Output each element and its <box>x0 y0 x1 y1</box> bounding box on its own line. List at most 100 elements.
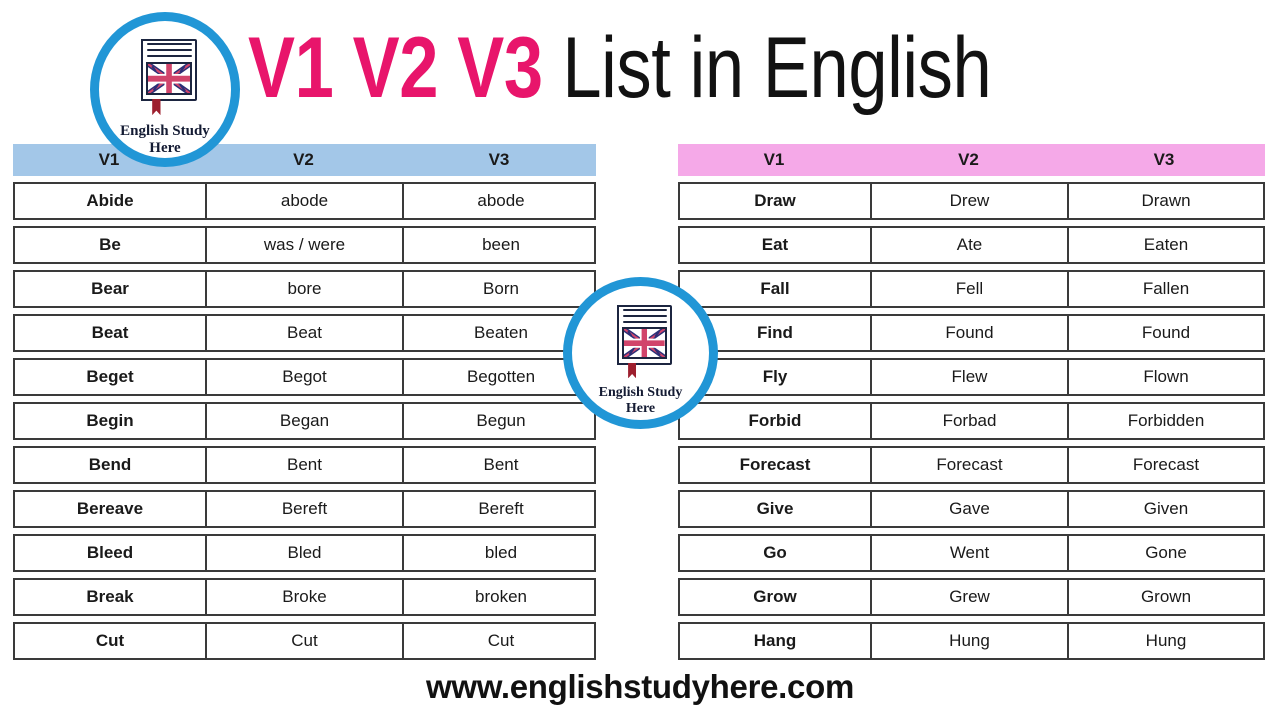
uk-flag-icon <box>145 61 192 96</box>
cell-v3: Cut <box>487 631 515 650</box>
table-row: Fly Flew Flown <box>678 358 1265 396</box>
cell-v1: Bend <box>15 448 207 482</box>
table-row: Break Broke broken <box>13 578 596 616</box>
cell-v3: Flown <box>1143 367 1189 386</box>
book-lines-icon <box>147 43 192 59</box>
table-header-left: V1 V2 V3 <box>13 144 596 176</box>
cell-v3: Born <box>483 279 519 298</box>
cell-v3: Bent <box>483 455 519 474</box>
book-icon <box>133 39 197 116</box>
cell-v1: Cut <box>15 624 207 658</box>
cell-v1: Bereave <box>15 492 207 526</box>
cell-v3: bled <box>484 543 518 562</box>
column-header-v3: V3 <box>488 150 510 169</box>
cell-v2: Forecast <box>872 448 1069 482</box>
table-row: Fall Fell Fallen <box>678 270 1265 308</box>
cell-v1: Break <box>15 580 207 614</box>
table-row: Draw Drew Drawn <box>678 182 1265 220</box>
cell-v2: Cut <box>207 624 404 658</box>
cell-v1: Give <box>680 492 872 526</box>
cell-v1: Eat <box>680 228 872 262</box>
logo-badge-middle: English Study Here <box>563 277 718 429</box>
cell-v1: Draw <box>680 184 872 218</box>
table-row: Bleed Bled bled <box>13 534 596 572</box>
cell-v2: Forbad <box>872 404 1069 438</box>
book-icon <box>609 305 672 379</box>
cell-v2: Broke <box>207 580 404 614</box>
cell-v3: Grown <box>1140 587 1192 606</box>
cell-v3: Forbidden <box>1127 411 1205 430</box>
cell-v1: Hang <box>680 624 872 658</box>
table-row: Forbid Forbad Forbidden <box>678 402 1265 440</box>
page-title-rest: List in English <box>562 19 992 116</box>
cell-v2: was / were <box>207 228 404 262</box>
cell-v1: Be <box>15 228 207 262</box>
cell-v2: Bent <box>207 448 404 482</box>
table-row: Beat Beat Beaten <box>13 314 596 352</box>
logo-text-line2: Here <box>625 400 656 416</box>
cell-v2: Drew <box>872 184 1069 218</box>
table-row: Hang Hung Hung <box>678 622 1265 660</box>
cell-v3: Forecast <box>1132 455 1200 474</box>
logo-text: English Study Here <box>599 385 683 416</box>
cell-v3: Hung <box>1145 631 1187 650</box>
cell-v2: Found <box>872 316 1069 350</box>
column-header-v2: V2 <box>293 150 314 169</box>
bookmark-ribbon-icon <box>152 98 161 116</box>
cell-v3: Begun <box>476 411 526 430</box>
logo-text-line2: Here <box>149 140 181 157</box>
table-row: Beget Begot Begotten <box>13 358 596 396</box>
cell-v3: Fallen <box>1142 279 1190 298</box>
cell-v2: Ate <box>872 228 1069 262</box>
table-row: Bend Bent Bent <box>13 446 596 484</box>
table-row: Bear bore Born <box>13 270 596 308</box>
cell-v2: abode <box>207 184 404 218</box>
cell-v2: Gave <box>872 492 1069 526</box>
logo-text-line1: English Study <box>598 385 683 401</box>
uk-flag-icon <box>621 326 667 360</box>
bookmark-ribbon-icon <box>628 362 637 379</box>
column-header-v3: V3 <box>1153 150 1175 169</box>
table-row: Give Gave Given <box>678 490 1265 528</box>
table-row: Grow Grew Grown <box>678 578 1265 616</box>
cell-v1: Forecast <box>680 448 872 482</box>
verb-table-right: V1 V2 V3 Draw Drew Drawn Eat Ate Eaten Fall Fell Fa… <box>678 144 1265 660</box>
cell-v3: Eaten <box>1143 235 1189 254</box>
logo-text-line1: English Study <box>120 123 210 140</box>
cell-v1: Go <box>680 536 872 570</box>
cell-v2: Bereft <box>207 492 404 526</box>
cell-v1: Beat <box>15 316 207 350</box>
cell-v3: abode <box>477 191 525 210</box>
footer-url: www.englishstudyhere.com <box>425 668 854 705</box>
table-row: Be was / were been <box>13 226 596 264</box>
cell-v1: Grow <box>680 580 872 614</box>
table-row: Forecast Forecast Forecast <box>678 446 1265 484</box>
cell-v2: Flew <box>872 360 1069 394</box>
verb-table-left: V1 V2 V3 Abide abode abode Be was / were been Bea… <box>13 144 596 660</box>
cell-v2: Began <box>207 404 404 438</box>
column-header-v2: V2 <box>958 150 979 169</box>
cell-v2: Grew <box>872 580 1069 614</box>
cell-v2: Hung <box>872 624 1069 658</box>
cell-v3: Found <box>1141 323 1191 342</box>
cell-v2: Went <box>872 536 1069 570</box>
table-row: Bereave Bereft Bereft <box>13 490 596 528</box>
cell-v2: Fell <box>872 272 1069 306</box>
cell-v3: been <box>482 235 520 254</box>
cell-v2: Beat <box>207 316 404 350</box>
cell-v3: broken <box>475 587 527 606</box>
table-row: Abide abode abode <box>13 182 596 220</box>
cell-v3: Bereft <box>478 499 524 518</box>
cell-v1: Forbid <box>680 404 872 438</box>
cell-v2: Begot <box>207 360 404 394</box>
book-lines-icon <box>623 308 667 325</box>
cell-v1: Abide <box>15 184 207 218</box>
cell-v2: Bled <box>207 536 404 570</box>
table-row: Eat Ate Eaten <box>678 226 1265 264</box>
table-header-right: V1 V2 V3 <box>678 144 1265 176</box>
cell-v1: Bear <box>15 272 207 306</box>
table-row: Find Found Found <box>678 314 1265 352</box>
cell-v2: bore <box>207 272 404 306</box>
column-header-v1: V1 <box>763 150 785 169</box>
cell-v1: Bleed <box>15 536 207 570</box>
